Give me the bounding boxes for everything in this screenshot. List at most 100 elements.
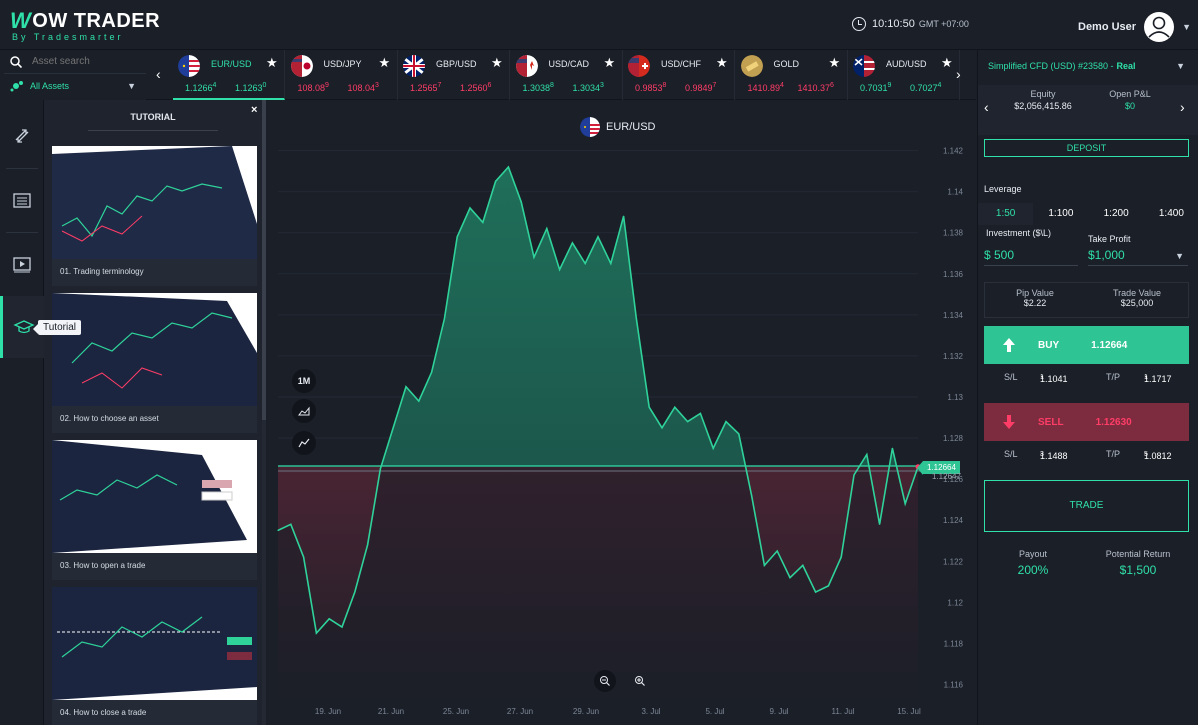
- star-icon[interactable]: ★: [941, 55, 953, 71]
- asset-filter-dropdown[interactable]: All Assets ▼: [4, 74, 146, 98]
- chevron-down-icon: ▼: [1176, 61, 1185, 71]
- pip-value-label: Pip Value: [1016, 288, 1054, 298]
- gold-flag-icon: [740, 55, 763, 77]
- data-point: [763, 564, 765, 566]
- search-input[interactable]: [32, 56, 132, 67]
- chevron-right-icon[interactable]: ›: [956, 66, 961, 82]
- leverage-option[interactable]: 1:200: [1089, 203, 1144, 225]
- data-point: [725, 421, 727, 423]
- tutorial-card-1[interactable]: 01. Trading terminology: [52, 146, 257, 286]
- take-profit-label: Take Profit: [1088, 234, 1131, 244]
- data-point: [712, 447, 714, 449]
- chevron-right-icon[interactable]: ›: [1180, 99, 1185, 115]
- potential-return: Potential Return $1,500: [1083, 549, 1193, 577]
- price-chart[interactable]: 1.142 1.14 1.138 1.136 1.134 1.132 1.13 1.128 1.…: [268, 100, 977, 725]
- data-point: [853, 474, 855, 476]
- zoom-in-button[interactable]: [629, 670, 651, 692]
- leverage-option[interactable]: 1:400: [1144, 203, 1198, 225]
- instrument-tile[interactable]: EUR/USD ★ 1.12664 1.12630: [173, 50, 285, 100]
- star-icon[interactable]: ★: [379, 55, 391, 71]
- account-name: Simplified CFD (USD) #23580 -: [988, 61, 1114, 71]
- star-icon[interactable]: ★: [604, 55, 616, 71]
- close-icon[interactable]: ×: [251, 104, 257, 116]
- equity-row: ‹ Equity $2,056,415.86 Open P&L $0 ›: [978, 85, 1198, 135]
- chevron-left-icon[interactable]: ‹: [984, 99, 989, 115]
- sell-sl-label: S/L: [1004, 449, 1018, 459]
- candles-chart-button[interactable]: [292, 399, 316, 423]
- data-point: [290, 523, 292, 525]
- rail-item-videos[interactable]: [0, 234, 44, 296]
- tutorial-card-3[interactable]: 03. How to open a trade: [52, 440, 257, 580]
- instrument-tile[interactable]: GBP/USD ★ 1.25657 1.25606: [398, 50, 510, 100]
- scrollbar-thumb[interactable]: [262, 100, 266, 420]
- chevron-left-icon[interactable]: ‹: [156, 66, 161, 82]
- instrument-tile[interactable]: USD/CHF ★ 0.98538 0.98497: [623, 50, 735, 100]
- star-icon[interactable]: ★: [491, 55, 503, 71]
- chevron-down-icon[interactable]: ▼: [1182, 22, 1191, 32]
- investment-input[interactable]: $ 500: [984, 248, 1078, 266]
- user-icon: [1148, 16, 1170, 38]
- us-jp-flag-icon: [290, 55, 313, 77]
- instrument-tile[interactable]: AUD/USD ★ 0.70319 0.70274: [848, 50, 960, 100]
- buy-button[interactable]: BUY 1.12664: [984, 326, 1189, 364]
- trade-panel: Simplified CFD (USD) #23580 - Real ▼ ‹ E…: [977, 50, 1198, 725]
- data-point: [699, 412, 701, 414]
- potential-return-label: Potential Return: [1105, 549, 1171, 559]
- sell-price-tag: 1.12647: [932, 472, 961, 481]
- x-tick-label: 9. Jul: [769, 707, 788, 716]
- user-menu[interactable]: Demo User ▼: [1078, 12, 1191, 42]
- y-tick-label: 1.12: [947, 598, 963, 607]
- x-tick-label: 15. Jul: [897, 707, 921, 716]
- account-selector[interactable]: Simplified CFD (USD) #23580 - Real ▼: [978, 50, 1198, 82]
- data-point: [443, 318, 445, 320]
- zoom-out-button[interactable]: [594, 670, 616, 692]
- star-icon[interactable]: ★: [829, 55, 841, 71]
- instrument-buy-price: 1.25606: [460, 82, 492, 93]
- buy-sl-tp-row: S/L 1.1041 1 T/P 1.1717 1: [1004, 372, 1194, 386]
- trade-button[interactable]: TRADE: [984, 480, 1189, 532]
- video-icon: [13, 257, 31, 273]
- filter-icon: [10, 81, 23, 92]
- open-pnl-label: Open P&L: [1109, 89, 1151, 99]
- instrument-tile[interactable]: GOLD ★ 1410.894 1410.376: [736, 50, 848, 100]
- rail-item-news[interactable]: [0, 170, 44, 232]
- star-icon[interactable]: ★: [716, 55, 728, 71]
- data-point: [341, 626, 343, 628]
- star-icon[interactable]: ★: [266, 55, 278, 71]
- chart-area[interactable]: 1.142 1.14 1.138 1.136 1.134 1.132 1.13 1.128 1.…: [268, 100, 977, 725]
- sell-tp-value: 1.0812 5: [1144, 451, 1172, 461]
- chevron-down-icon: ▼: [127, 81, 136, 91]
- data-point: [751, 494, 753, 497]
- tutorial-thumbnail: [52, 146, 257, 259]
- tutorial-card-4[interactable]: 04. How to close a trade: [52, 587, 257, 725]
- tutorial-scrollbar[interactable]: [262, 100, 266, 725]
- sell-sl-tp-row: S/L 1.1488 3 T/P 1.0812 5: [1004, 449, 1194, 463]
- logo-w-mark: W: [10, 8, 32, 33]
- instrument-symbol: USD/JPY: [323, 59, 362, 69]
- period-button[interactable]: 1M: [292, 369, 316, 393]
- instrument-buy-price: 108.043: [347, 82, 379, 93]
- data-point: [367, 544, 369, 546]
- trade-value-label: Trade Value: [1112, 288, 1162, 298]
- data-point: [827, 585, 830, 587]
- tutorial-card-2[interactable]: 02. How to choose an asset: [52, 293, 257, 433]
- sell-button[interactable]: SELL 1.12630: [984, 403, 1189, 441]
- leverage-option[interactable]: 1:100: [1033, 203, 1088, 225]
- rail-item-trades[interactable]: [0, 105, 44, 167]
- instrument-tile[interactable]: USD/JPY ★ 108.089 108.043: [286, 50, 398, 100]
- payout: Payout 200%: [978, 549, 1088, 577]
- deposit-button[interactable]: DEPOSIT: [984, 139, 1189, 157]
- rail-divider: [6, 232, 38, 233]
- sell-tp-label: T/P: [1106, 449, 1121, 459]
- line-chart-button[interactable]: [292, 431, 316, 455]
- data-point: [687, 421, 689, 423]
- instrument-tile[interactable]: USD/CAD ★ 1.30388 1.30343: [511, 50, 623, 100]
- data-point: [533, 256, 535, 258]
- leverage-option[interactable]: 1:50: [978, 203, 1034, 225]
- sell-sl-value: 1.1488 3: [1040, 451, 1068, 461]
- data-point: [891, 447, 894, 449]
- sell-label: SELL: [1038, 416, 1064, 428]
- logo[interactable]: W OW TRADER By Tradesmarter: [10, 8, 160, 42]
- take-profit-select[interactable]: $1,000 ▼: [1088, 248, 1188, 266]
- instruments-strip: ‹ EUR/USD ★ 1.12664 1.12630 USD/JPY ★ 108.089 1…: [146, 50, 976, 100]
